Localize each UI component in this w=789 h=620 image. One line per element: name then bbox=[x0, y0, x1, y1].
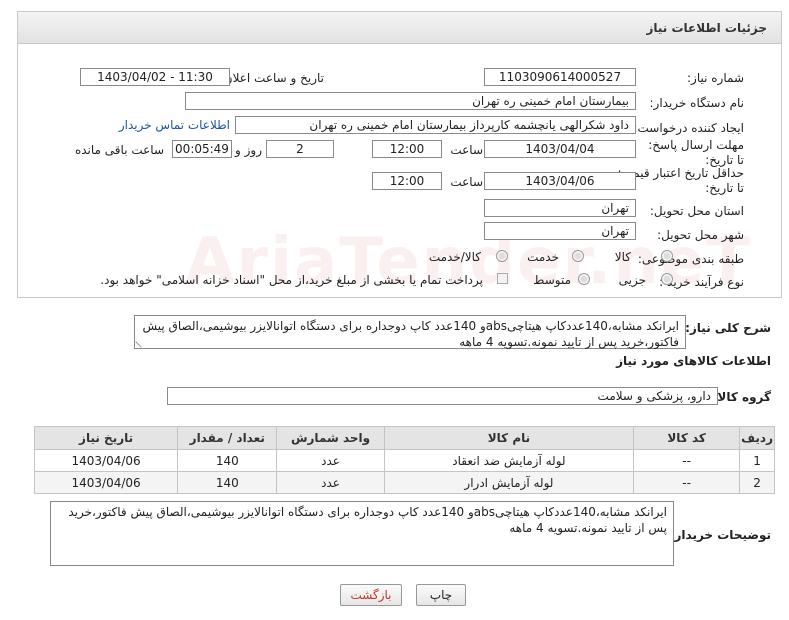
category-radio-service[interactable] bbox=[572, 250, 584, 262]
table-row: 2 -- لوله آزمایش ادرار عدد 140 1403/04/0… bbox=[33, 471, 775, 494]
treasury-payment-checkbox[interactable] bbox=[497, 273, 508, 284]
cell-unit: عدد bbox=[276, 449, 385, 472]
buyer-notes-label: توضیحات خریدار: bbox=[669, 528, 771, 542]
cell-code: -- bbox=[633, 449, 741, 472]
buyer-org-label: نام دستگاه خریدار: bbox=[649, 96, 745, 110]
col-name: نام کالا bbox=[383, 426, 635, 450]
category-label: طبقه بندی موضوعی: bbox=[637, 252, 744, 266]
buyer-notes-textarea: ایرانکد مشابه،140عددکاپ هیتاچیabsو 140عد… bbox=[50, 501, 674, 566]
price-validity-time: 12:00 bbox=[372, 172, 442, 190]
process-radio-medium[interactable] bbox=[578, 273, 590, 285]
process-radio-minor[interactable] bbox=[661, 273, 673, 285]
send-time-label: ساعت bbox=[450, 143, 483, 157]
cell-name: لوله آزمایش ادرار bbox=[383, 471, 635, 494]
print-button[interactable]: چاپ bbox=[416, 584, 466, 606]
city-field: تهران bbox=[484, 222, 636, 240]
goods-table: ردیف کد کالا نام کالا واحد شمارش تعداد /… bbox=[33, 426, 775, 494]
cell-qty: 140 bbox=[177, 449, 278, 472]
remaining-time-field: 00:05:49 bbox=[172, 140, 232, 158]
cell-qty: 140 bbox=[177, 471, 278, 494]
treasury-payment-note: پرداخت تمام یا بخشی از مبلغ خرید،از محل … bbox=[100, 273, 483, 287]
back-button[interactable]: بازگشت bbox=[340, 584, 402, 606]
need-number-label: شماره نیاز: bbox=[687, 71, 744, 85]
category-option-service: خدمت bbox=[527, 250, 559, 264]
col-unit: واحد شمارش bbox=[276, 426, 385, 450]
need-number-field: 1103090614000527 bbox=[484, 68, 636, 86]
category-radio-goods[interactable] bbox=[661, 250, 673, 262]
price-validity-date: 1403/04/06 bbox=[484, 172, 636, 190]
category-option-goods-service: کالا/خدمت bbox=[428, 250, 481, 264]
summary-text: ایرانکد مشابه،140عددکاپ هیتاچیabsو 140عد… bbox=[142, 319, 679, 349]
cell-date: 1403/04/06 bbox=[33, 471, 179, 494]
process-option-medium: متوسط bbox=[533, 273, 571, 287]
cell-date: 1403/04/06 bbox=[33, 449, 179, 472]
send-deadline-label: مهلت ارسال پاسخ: تا تاریخ: bbox=[648, 138, 744, 167]
process-option-minor: جزیی bbox=[618, 273, 646, 287]
category-option-goods: کالا bbox=[614, 250, 631, 264]
panel-header: جزئیات اطلاعات نیاز bbox=[17, 11, 782, 44]
creator-label: ایجاد کننده درخواست: bbox=[633, 121, 744, 135]
col-qty: تعداد / مقدار bbox=[177, 426, 278, 450]
days-label: روز و bbox=[235, 143, 262, 157]
category-radio-goods-service[interactable] bbox=[496, 250, 508, 262]
buyer-notes-text: ایرانکد مشابه،140عددکاپ هیتاچیabsو 140عد… bbox=[68, 505, 667, 535]
contact-info-link[interactable]: اطلاعات تماس خریدار bbox=[119, 118, 230, 132]
province-field: تهران bbox=[484, 199, 636, 217]
buyer-org-field: بیمارستان امام خمینی ره تهران bbox=[185, 92, 636, 110]
announce-field: 1403/04/02 - 11:30 bbox=[80, 68, 230, 86]
city-label: شهر محل تحویل: bbox=[657, 228, 744, 242]
send-deadline-time: 12:00 bbox=[372, 140, 442, 158]
summary-textarea: ایرانکد مشابه،140عددکاپ هیتاچیabsو 140عد… bbox=[134, 315, 686, 349]
cell-row: 1 bbox=[739, 449, 775, 472]
cell-name: لوله آزمایش ضد انعقاد bbox=[383, 449, 635, 472]
page-title: جزئیات اطلاعات نیاز bbox=[646, 21, 767, 35]
province-label: استان محل تحویل: bbox=[649, 204, 744, 218]
table-header-row: ردیف کد کالا نام کالا واحد شمارش تعداد /… bbox=[33, 426, 775, 450]
col-row: ردیف bbox=[739, 426, 775, 450]
col-code: کد کالا bbox=[633, 426, 741, 450]
remaining-label: ساعت باقی مانده bbox=[74, 143, 164, 157]
days-field: 2 bbox=[266, 140, 334, 158]
col-date: تاریخ نیاز bbox=[33, 426, 179, 450]
cell-unit: عدد bbox=[276, 471, 385, 494]
summary-label: شرح کلی نیاز: bbox=[685, 321, 771, 335]
creator-field: داود شکرالهی یانچشمه کارپرداز بیمارستان … bbox=[235, 116, 636, 134]
send-deadline-date: 1403/04/04 bbox=[484, 140, 636, 158]
cell-code: -- bbox=[633, 471, 741, 494]
goods-group-label: گروه کالا: bbox=[712, 390, 771, 404]
resize-grip-icon[interactable] bbox=[135, 336, 147, 348]
goods-group-field: دارو، پزشکی و سلامت bbox=[167, 387, 718, 405]
goods-section-title: اطلاعات کالاهای مورد نیاز bbox=[616, 354, 771, 368]
table-row: 1 -- لوله آزمایش ضد انعقاد عدد 140 1403/… bbox=[33, 449, 775, 472]
price-time-label: ساعت bbox=[450, 175, 483, 189]
cell-row: 2 bbox=[739, 471, 775, 494]
